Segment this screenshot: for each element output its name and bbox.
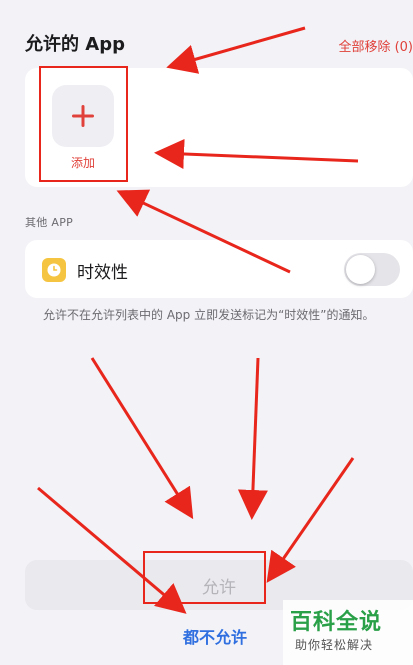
toggle-knob [346,255,375,284]
clock-icon [42,258,66,282]
highlight-box-add [39,66,128,182]
watermark-title: 百科全说 [290,610,383,635]
remove-all-button[interactable]: 全部移除 (0) [338,36,413,55]
app-name-time-sensitive: 时效性 [77,263,128,283]
other-apps-label: 其他 APP [25,216,74,229]
arrow-center-to-allow [237,357,268,520]
watermark-subtitle: 助你轻松解决 [295,638,374,652]
time-sensitive-description: 允许不在允许列表中的 App 立即发送标记为“时效性”的通知。 [43,308,375,322]
arrow-left-to-allow [90,357,194,520]
deny-all-button[interactable]: 都不允许 [183,624,247,648]
arrow-to-remove-area [166,26,306,74]
highlight-box-allow [143,551,266,604]
allowed-apps-title: 允许的 App [25,34,125,55]
time-sensitive-toggle[interactable] [344,253,400,286]
